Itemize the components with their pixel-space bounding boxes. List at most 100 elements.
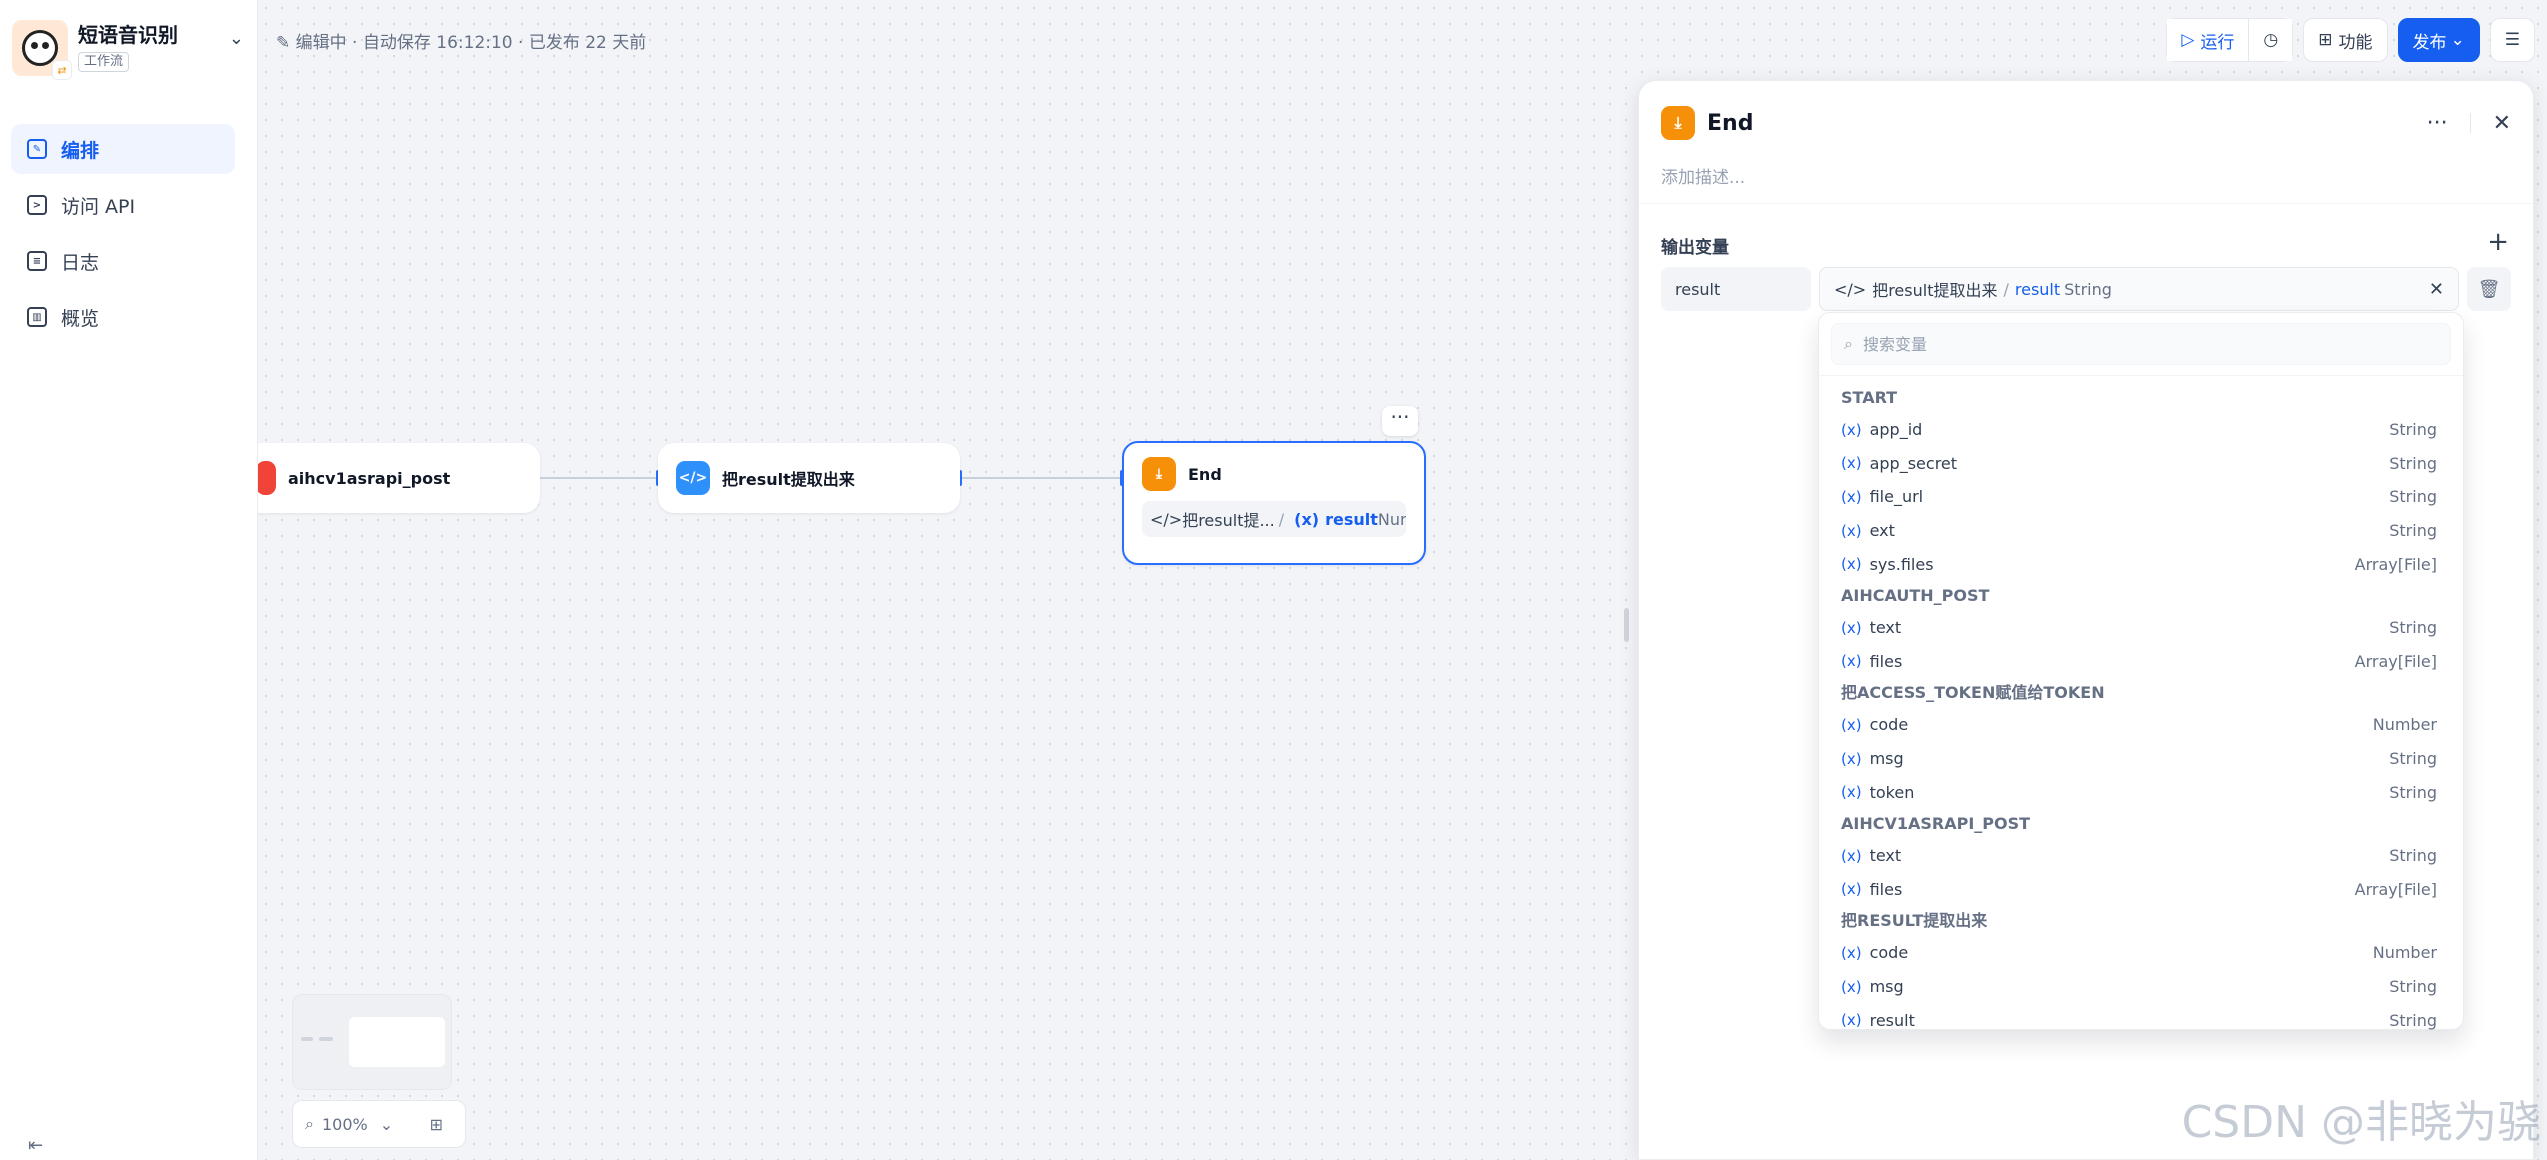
variable-option[interactable]: (x) app_secret String [1819,447,2463,481]
sidebar-item-orchestrate[interactable]: ✎ 编排 [11,124,235,174]
variable-icon: (x) [1841,783,1862,802]
history-icon: ◷ [2263,30,2279,50]
minimap-viewport[interactable] [349,1017,445,1067]
variable-option-type: String [2389,782,2437,802]
variable-option-type: String [2389,1010,2437,1030]
variable-icon: (x) [1841,454,1862,473]
sidebar-item-overview[interactable]: ▥ 概览 [11,292,235,342]
delete-button[interactable]: 🗑 [2467,267,2511,311]
variable-option-name: files [1869,651,1903,671]
variable-option[interactable]: (x) token String [1819,775,2463,809]
sidebar-item-label: 日志 [61,251,100,274]
run-history-button[interactable]: ◷ [2248,19,2293,61]
variable-option-name: app_secret [1869,453,1958,473]
variable-selector[interactable]: </> 把result提取出来 / result String ✕ [1819,267,2459,311]
node-http-request[interactable]: aihcv1asrapi_post [258,443,540,513]
run-button-group: ▷ 运行 ◷ [2166,18,2294,62]
variable-option[interactable]: (x) msg String [1819,742,2463,776]
more-icon[interactable]: ··· [2427,111,2448,136]
variable-icon: (x) [1841,846,1862,865]
chart-icon: ▥ [27,307,47,327]
divider [1639,203,2533,204]
variable-option[interactable]: (x) file_url String [1819,480,2463,514]
node-end[interactable]: ⤓ End </> 把result提... / (x) result Numbe… [1122,441,1426,565]
panel-description[interactable]: 添加描述... [1661,163,1745,188]
panel-resize-handle[interactable] [1624,608,1629,642]
variable-option[interactable]: (x) files Array[File] [1819,873,2463,907]
app-type-badge: 工作流 [78,52,130,72]
variable-option[interactable]: (x) result String [1819,1003,2463,1037]
close-icon[interactable]: ✕ [2493,111,2511,136]
orchestrate-icon: ✎ [27,139,47,159]
output-variable-name[interactable]: result [1661,267,1811,311]
variable-list: START (x) app_id String (x) app_secret String(… [1819,383,2463,1037]
workflow-badge-icon: ⇄ [52,60,72,80]
chevron-down-icon[interactable]: ⌄ [380,1115,393,1134]
node-more-button[interactable]: ··· [1382,406,1418,436]
variable-option-type: String [2389,977,2437,997]
zoom-controls[interactable]: ⌕ 100% ⌄ ⊞ [292,1100,466,1148]
end-icon: ⤓ [1661,106,1695,140]
variable-option-type: Number [2372,943,2437,963]
variable-option[interactable]: (x) ext String [1819,514,2463,548]
variable-option[interactable]: (x) files Array[File] [1819,645,2463,679]
zoom-icon[interactable]: ⌕ [305,1114,314,1134]
watermark: CSDN @非晓为骁 [2181,1097,2541,1148]
zoom-level[interactable]: 100% [322,1115,368,1134]
variable-option[interactable]: (x) text String [1819,611,2463,645]
variable-option-type: String [2389,453,2437,473]
sidebar-nav: ✎ 编排 > 访问 API ≡ 日志 ▥ 概览 [11,124,235,348]
variable-option[interactable]: (x) sys.files Array[File] [1819,547,2463,581]
variable-icon: (x) [1841,420,1862,439]
variable-option-name: msg [1869,749,1904,769]
variable-option-type: String [2389,487,2437,507]
variable-option-name: msg [1869,977,1904,997]
variable-option-name: code [1869,715,1909,735]
variable-option-type: String [2389,846,2437,866]
minimap[interactable] [292,994,452,1090]
app-avatar: ⇄ [12,20,72,80]
sidebar-item-label: 访问 API [61,195,136,218]
variable-search-input[interactable] [1862,334,2438,354]
add-icon[interactable]: + [2487,227,2509,257]
sidebar-item-logs[interactable]: ≡ 日志 [11,236,235,286]
variable-search[interactable]: ⌕ [1831,323,2451,365]
variable-option-name: app_id [1869,420,1923,440]
node-title: End [1188,464,1222,484]
variable-option[interactable]: (x) code Number [1819,708,2463,742]
terminal-icon: > [27,195,47,215]
play-icon: ▷ [2181,30,2195,50]
run-button[interactable]: ▷ 运行 [2167,19,2249,61]
organize-icon[interactable]: ⊞ [430,1115,443,1134]
variable-option[interactable]: (x) msg String [1819,970,2463,1004]
sidebar-item-label: 概览 [61,307,100,330]
variable-option-type: String [2389,618,2437,638]
divider [2469,113,2471,133]
sidebar-item-api[interactable]: > 访问 API [11,180,235,230]
node-code[interactable]: </> 把result提取出来 [658,443,960,513]
variable-option-name: file_url [1869,487,1924,507]
features-button[interactable]: ⊞ 功能 [2303,18,2388,62]
collapse-sidebar-icon[interactable]: ⇤ [28,1135,43,1156]
clear-icon[interactable]: ✕ [2429,279,2444,300]
panel-title[interactable]: End [1707,111,1753,136]
publish-button[interactable]: 发布 ⌄ [2397,18,2480,62]
variable-option-name: token [1869,782,1915,802]
variable-icon: (x) [1841,555,1862,574]
variable-option[interactable]: (x) app_id String [1819,413,2463,447]
output-variable-row: result </> 把result提取出来 / result String ✕… [1661,267,2511,311]
search-icon: ⌕ [1844,334,1853,353]
variable-icon: (x) [1294,509,1320,529]
app-header[interactable]: ⇄ 短语音识别 工作流 ⌄ [12,20,246,80]
variable-dropdown: ⌕ START (x) app_id String (x) app_secret Strin… [1818,312,2464,1030]
variable-option[interactable]: (x) code Number [1819,936,2463,970]
sidebar-item-label: 编排 [61,139,100,162]
variable-group-header: AIHCAUTH_POST [1841,585,1990,605]
variable-option[interactable]: (x) text String [1819,839,2463,873]
variable-option-name: text [1869,618,1902,638]
trash-icon: 🗑 [2477,278,2501,300]
checklist-button[interactable]: ☰ [2489,18,2535,62]
minimap-node [319,1037,333,1041]
divider [1819,375,2463,376]
chevron-down-icon[interactable]: ⌄ [229,28,244,49]
